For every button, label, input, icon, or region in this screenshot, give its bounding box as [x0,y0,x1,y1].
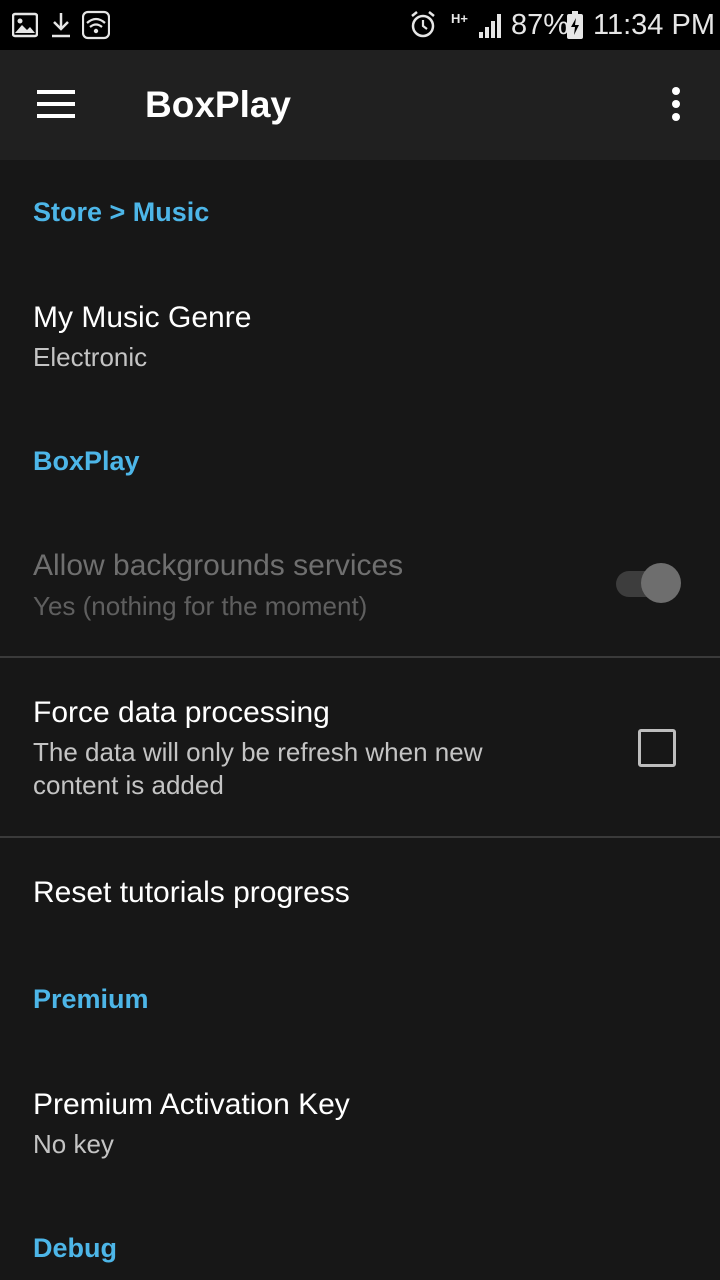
pref-title: Allow backgrounds services [33,549,404,582]
pref-reset-tutorials[interactable]: Reset tutorials progress [0,838,720,948]
pref-title: Force data processing [33,696,330,729]
pref-summary: Electronic [33,342,148,372]
pref-title: Reset tutorials progress [33,876,350,909]
pref-music-genre[interactable]: My Music Genre Electronic [0,260,720,410]
pref-force-data-processing[interactable]: Force data processing The data will only… [0,658,720,836]
hamburger-menu-icon[interactable] [26,76,86,132]
status-bar: H+ 87% 11:34 PM [0,0,720,50]
download-icon [52,13,70,38]
settings-list: Store > Music My Music Genre Electronic … [0,160,720,1280]
force-data-checkbox[interactable] [638,729,676,767]
section-header-premium: Premium [33,984,149,1014]
pref-title: Premium Activation Key [33,1088,350,1121]
battery-percent: 87% [511,9,570,41]
app-title: BoxPlay [145,84,292,125]
alarm-icon [411,11,435,38]
wifi-icon [82,10,110,40]
clock: 11:34 PM [593,9,715,41]
pref-summary: No key [33,1129,114,1159]
image-icon [12,12,38,38]
background-services-toggle [614,559,684,607]
section-header-debug: Debug [33,1233,117,1263]
pref-background-services: Allow backgrounds services Yes (nothing … [0,510,720,656]
network-type-icon: H+ [451,11,468,26]
pref-title: My Music Genre [33,301,252,334]
battery-charging-icon [567,11,583,39]
section-header-store-music: Store > Music [33,197,210,227]
signal-icon [479,14,501,38]
pref-summary: The data will only be refresh when new c… [33,737,483,800]
app-bar: BoxPlay [0,50,720,160]
section-header-boxplay: BoxPlay [33,446,140,476]
pref-summary: Yes (nothing for the moment) [33,591,368,621]
toggle-thumb [641,563,681,603]
pref-premium-activation-key[interactable]: Premium Activation Key No key [0,1050,720,1200]
more-vert-icon[interactable] [652,76,700,132]
